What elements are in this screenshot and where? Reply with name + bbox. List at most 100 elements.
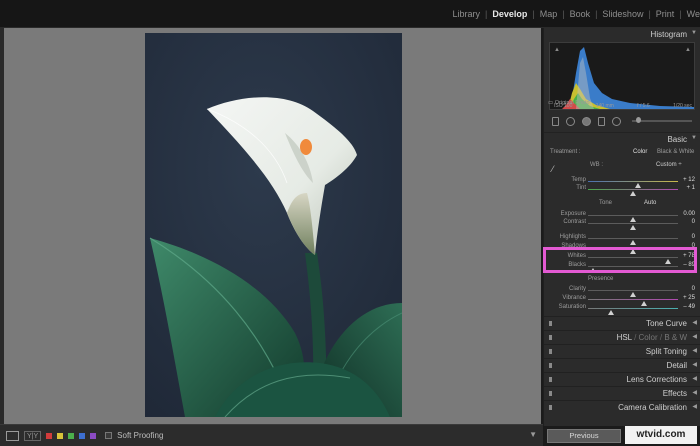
panel-toggle-icon[interactable] [549, 321, 552, 326]
dropdown-icon: ÷ [678, 162, 682, 168]
slider-label: Saturation [558, 304, 586, 310]
slider-track[interactable] [588, 238, 678, 245]
slider-saturation[interactable]: Saturation – 49 [544, 303, 700, 315]
treatment-bw-option[interactable]: Black & White [657, 149, 694, 155]
expand-triangle-icon: ◀ [692, 334, 697, 340]
color-label-red-icon[interactable] [46, 432, 53, 439]
panel-toggle-icon[interactable] [549, 391, 552, 396]
effects-header[interactable]: Effects ◀ [544, 386, 700, 400]
histogram-header[interactable]: Histogram ▼ [544, 28, 700, 42]
slider-value[interactable]: + 12 [683, 177, 695, 183]
wb-value: Custom [656, 162, 677, 168]
slider-value[interactable]: 0 [692, 286, 695, 292]
slider-track[interactable] [588, 223, 678, 230]
color-label-blue-icon[interactable] [79, 432, 86, 439]
slider-track[interactable] [588, 308, 678, 315]
slider-label: Temp [571, 177, 586, 183]
clip-highlight-icon: ▲ [685, 47, 691, 53]
slider-value[interactable]: + 25 [683, 295, 695, 301]
module-map[interactable]: Map [535, 9, 563, 19]
toolbar-menu-arrow-icon[interactable]: ▼ [529, 430, 537, 439]
panel-toggle-icon[interactable] [549, 363, 552, 368]
before-after-button[interactable]: Y|Y [24, 430, 42, 441]
collapse-triangle-icon: ▼ [691, 135, 697, 141]
slider-thumb[interactable] [608, 310, 615, 315]
presence-label: Presence [588, 276, 614, 282]
color-label-green-icon[interactable] [68, 432, 75, 439]
module-picker: Library | Develop | Map | Book | Slidesh… [447, 0, 700, 28]
wb-row: WB : Custom ÷ [544, 161, 700, 171]
slider-contrast[interactable]: Contrast 0 [544, 218, 700, 230]
detail-header[interactable]: Detail ◀ [544, 358, 700, 372]
slider-label: Clarity [568, 286, 586, 292]
treatment-color-option[interactable]: Color [633, 149, 647, 155]
tone-row: Tone Auto [544, 199, 700, 209]
detail-title: Detail [666, 361, 687, 370]
slider-thumb[interactable] [630, 191, 636, 196]
red-eye-icon[interactable] [582, 116, 591, 126]
collapse-triangle-icon: ▼ [691, 30, 697, 36]
split-toning-header[interactable]: Split Toning ◀ [544, 344, 700, 358]
wb-select[interactable]: Custom ÷ [656, 162, 682, 168]
slider-track[interactable] [588, 181, 678, 188]
hsl-header[interactable]: HSL / Color / B & W ◀ [544, 330, 700, 344]
bw-tab[interactable]: B & W [664, 333, 687, 342]
slider-track[interactable] [588, 189, 678, 196]
soft-proofing-checkbox[interactable] [105, 432, 113, 439]
lens-corrections-title: Lens Corrections [626, 375, 687, 384]
effects-title: Effects [662, 389, 687, 398]
spot-removal-icon[interactable] [566, 116, 575, 126]
previous-button[interactable]: Previous [547, 429, 621, 443]
slider-value[interactable]: 0 [692, 219, 695, 225]
basic-title: Basic [667, 135, 687, 144]
image-viewer[interactable] [4, 28, 541, 424]
module-web[interactable]: We [682, 9, 700, 19]
histogram-title: Histogram [650, 30, 687, 39]
bottom-toolbar: Y|Y Soft Proofing ▼ [0, 424, 543, 446]
crop-icon[interactable] [552, 116, 559, 126]
module-library[interactable]: Library [447, 9, 485, 19]
tone-label: Tone [599, 200, 613, 206]
panel-toggle-icon[interactable] [549, 405, 552, 410]
expand-triangle-icon: ◀ [692, 390, 697, 396]
auto-tone-button[interactable]: Auto [644, 200, 656, 206]
exif-focal: 140 mm [595, 103, 614, 109]
radial-filter-icon[interactable] [612, 116, 621, 126]
lens-corrections-header[interactable]: Lens Corrections ◀ [544, 372, 700, 386]
slider-value[interactable]: + 1 [686, 185, 695, 191]
slider-value[interactable]: – 49 [683, 304, 695, 310]
tone-curve-header[interactable]: Tone Curve ◀ [544, 316, 700, 330]
module-slideshow[interactable]: Slideshow [597, 9, 648, 19]
photo-calla-lily [145, 33, 402, 417]
panel-toggle-icon[interactable] [549, 349, 552, 354]
basic-header[interactable]: Basic ▼ [544, 132, 700, 146]
slider-thumb[interactable] [630, 225, 636, 230]
camera-calibration-header[interactable]: Camera Calibration ◀ [544, 400, 700, 414]
wb-label: WB : [590, 162, 603, 168]
presence-row: Presence [544, 275, 700, 285]
split-toning-title: Split Toning [645, 347, 687, 356]
color-label-purple-icon[interactable] [90, 432, 97, 439]
loupe-view-icon[interactable] [6, 430, 19, 441]
exif-aperture: f / 5.6 [637, 103, 650, 109]
slider-label: Highlights [559, 234, 586, 240]
module-bar: Library | Develop | Map | Book | Slidesh… [0, 0, 700, 28]
expand-triangle-icon: ◀ [692, 404, 697, 410]
slider-track[interactable] [588, 215, 678, 222]
slider-value[interactable]: 0.00 [683, 211, 695, 217]
slider-track[interactable] [588, 299, 678, 306]
slider-tint[interactable]: Tint + 1 [544, 184, 700, 196]
original-photo-text: Original Photo [554, 100, 590, 106]
panel-toggle-icon[interactable] [549, 335, 552, 340]
module-print[interactable]: Print [651, 9, 680, 19]
module-book[interactable]: Book [565, 9, 596, 19]
slider-value[interactable]: 0 [692, 234, 695, 240]
hsl-tab[interactable]: HSL [617, 333, 632, 342]
slider-track[interactable] [588, 290, 678, 297]
module-develop[interactable]: Develop [487, 9, 532, 19]
graduated-filter-icon[interactable] [598, 116, 605, 126]
adjustment-brush-slider[interactable] [632, 117, 692, 123]
color-label-yellow-icon[interactable] [57, 432, 64, 439]
panel-toggle-icon[interactable] [549, 377, 552, 382]
color-tab[interactable]: Color [639, 333, 658, 342]
